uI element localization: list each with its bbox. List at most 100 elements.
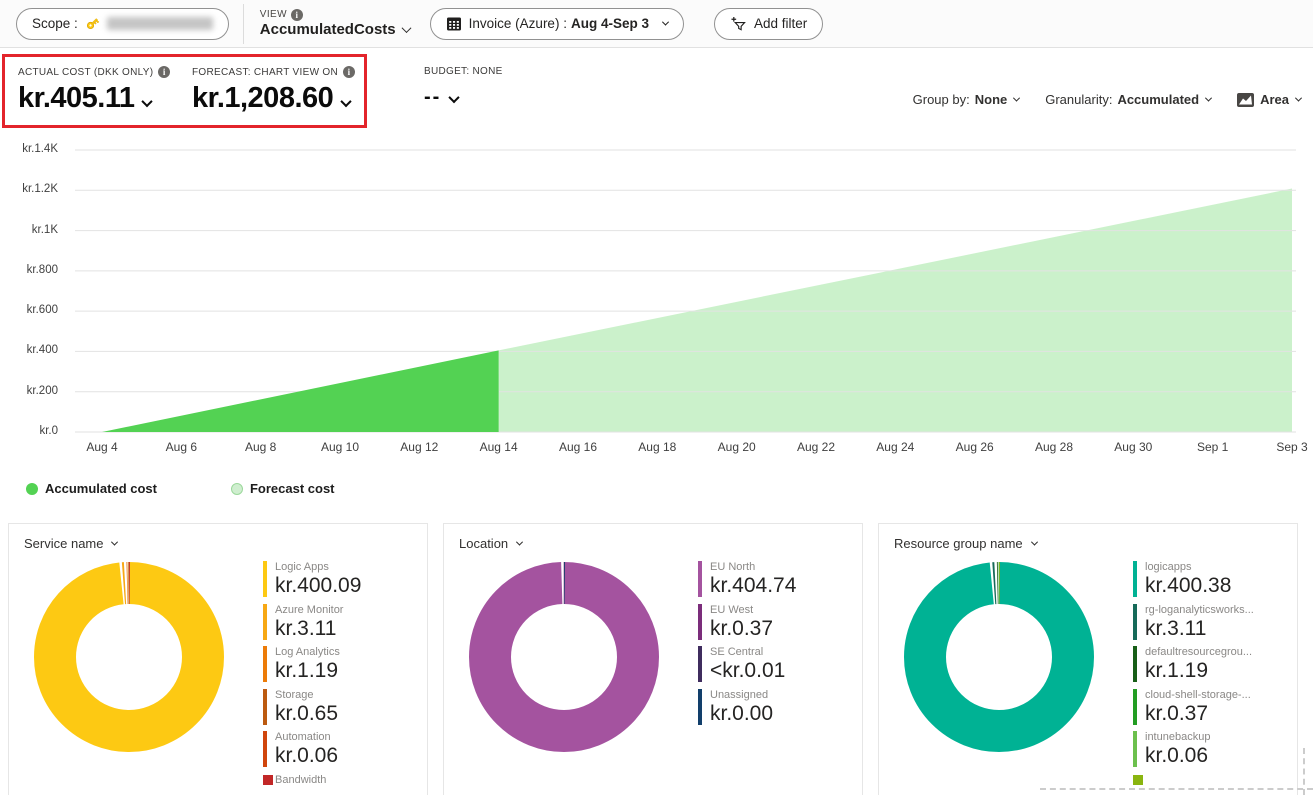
legend-label: defaultresourcegrou...	[1145, 645, 1293, 659]
legend-label: Bandwidth	[275, 773, 423, 787]
legend-swatch	[263, 646, 267, 682]
donut-legend-row: Automationkr.0.06	[263, 730, 423, 769]
donut-legend-row: Azure Monitorkr.3.11	[263, 603, 423, 642]
scope-value-redacted	[107, 17, 213, 30]
donut-legend-row: Unassignedkr.0.00	[698, 688, 858, 727]
legend-value: kr.1.19	[275, 659, 423, 683]
chevron-down-icon	[1031, 539, 1038, 546]
dimension-dropdown[interactable]: Service name	[24, 536, 117, 551]
x-axis-tick: Aug 10	[300, 440, 380, 454]
legend-label: intunebackup	[1145, 730, 1293, 744]
chevron-down-icon	[1295, 95, 1302, 102]
x-axis-tick: Aug 24	[855, 440, 935, 454]
granularity-dropdown[interactable]: Granularity: Accumulated	[1045, 92, 1211, 107]
legend-label: EU North	[710, 560, 858, 574]
accumulated-cost-area	[102, 350, 499, 432]
legend-label: SE Central	[710, 645, 858, 659]
x-axis-tick: Aug 26	[935, 440, 1015, 454]
donut-legend-row: Logic Appskr.400.09	[263, 560, 423, 599]
legend-swatch	[698, 604, 702, 640]
chevron-down-icon	[111, 539, 118, 546]
actual-cost-label: ACTUAL COST (DKK ONLY)	[18, 67, 153, 78]
legend-value: kr.1.19	[1145, 659, 1293, 683]
chart-type-value: Area	[1260, 92, 1289, 107]
legend-item-forecast[interactable]: Forecast cost	[231, 481, 335, 496]
group-by-dropdown[interactable]: Group by: None	[913, 92, 1020, 107]
donut-legend: logicappskr.400.38rg-loganalyticsworks..…	[1133, 560, 1293, 795]
legend-swatch	[1133, 775, 1143, 785]
chevron-down-icon	[662, 19, 669, 26]
legend-label: Accumulated cost	[45, 481, 157, 496]
view-label: VIEW	[260, 9, 287, 21]
legend-value: kr.0.37	[1145, 702, 1293, 726]
dimension-dropdown[interactable]: Location	[459, 536, 522, 551]
donut-legend-row: Storagekr.0.65	[263, 688, 423, 727]
date-range-picker[interactable]: Invoice (Azure) : Aug 4-Sep 3	[430, 8, 684, 40]
legend-swatch	[698, 689, 702, 725]
legend-value: kr.0.00	[710, 702, 858, 726]
x-axis-tick: Aug 4	[62, 440, 142, 454]
command-bar: Scope : VIEW i AccumulatedCosts	[0, 0, 1313, 48]
budget-dropdown[interactable]: --	[424, 86, 503, 109]
x-axis-tick: Aug 20	[697, 440, 777, 454]
x-axis-tick: Aug 30	[1093, 440, 1173, 454]
x-axis-tick: Aug 18	[617, 440, 697, 454]
granularity-value: Accumulated	[1117, 92, 1199, 107]
donut-legend-row: cloud-shell-storage-...kr.0.37	[1133, 688, 1293, 727]
actual-cost-info-icon[interactable]: i	[158, 66, 170, 78]
legend-value: kr.0.65	[275, 702, 423, 726]
location-donut-chart	[464, 557, 664, 757]
accumulated-legend-dot	[26, 483, 38, 495]
group-by-label: Group by:	[913, 92, 970, 107]
crop-artifact-line	[1303, 748, 1305, 795]
service-name-card: Service name Logic Appskr.400.09 Azure Mon…	[8, 523, 428, 795]
legend-swatch	[263, 689, 267, 725]
view-selector[interactable]: VIEW i AccumulatedCosts	[260, 9, 410, 38]
granularity-label: Granularity:	[1045, 92, 1112, 107]
legend-label: Azure Monitor	[275, 603, 423, 617]
donut-legend: EU Northkr.404.74EU Westkr.0.37SE Centra…	[698, 560, 858, 726]
scope-label: Scope :	[32, 16, 78, 31]
date-range-label: Invoice (Azure) :	[469, 16, 567, 31]
actual-cost-dropdown[interactable]: kr.405.11	[18, 82, 170, 115]
legend-swatch	[263, 731, 267, 767]
legend-label: Unassigned	[710, 688, 858, 702]
x-axis-tick: Sep 1	[1173, 440, 1253, 454]
chevron-down-icon	[1205, 95, 1212, 102]
key-icon	[82, 13, 103, 34]
legend-label: logicapps	[1145, 560, 1293, 574]
legend-label: EU West	[710, 603, 858, 617]
cost-analysis-page: Scope : VIEW i AccumulatedCosts	[0, 0, 1313, 795]
legend-swatch	[1133, 646, 1137, 682]
donut-slice	[925, 583, 1073, 731]
donut-legend-row: EU Westkr.0.37	[698, 603, 858, 642]
donut-legend-row: Bandwidth	[263, 773, 423, 795]
dimension-dropdown[interactable]: Resource group name	[894, 536, 1037, 551]
forecast-cost-value: kr.1,208.60	[192, 82, 333, 115]
service-name-donut-chart	[29, 557, 229, 757]
donut-legend-row: rg-loganalyticsworks...kr.3.11	[1133, 603, 1293, 642]
view-info-icon[interactable]: i	[291, 9, 303, 21]
legend-label: cloud-shell-storage-...	[1145, 688, 1293, 702]
legend-value: kr.3.11	[275, 617, 423, 641]
accumulated-cost-area-chart	[0, 140, 1313, 450]
chart-legend: Accumulated cost Forecast cost	[26, 481, 409, 496]
donut-slice	[490, 583, 638, 731]
actual-cost-value: kr.405.11	[18, 82, 134, 115]
legend-value: kr.0.06	[1145, 744, 1293, 768]
x-axis-tick: Aug 28	[1014, 440, 1094, 454]
legend-item-accumulated[interactable]: Accumulated cost	[26, 481, 157, 496]
date-range-value: Aug 4-Sep 3	[571, 16, 649, 31]
resource-group-name-donut-chart	[899, 557, 1099, 757]
chart-type-dropdown[interactable]: Area	[1237, 92, 1301, 107]
legend-swatch	[698, 561, 702, 597]
add-filter-icon	[730, 16, 747, 31]
donut-legend-row	[1133, 773, 1293, 795]
legend-label: Forecast cost	[250, 481, 335, 496]
add-filter-button[interactable]: Add filter	[714, 8, 823, 40]
forecast-cost-info-icon[interactable]: i	[343, 66, 355, 78]
x-axis-tick: Aug 22	[776, 440, 856, 454]
scope-picker[interactable]: Scope :	[16, 8, 229, 40]
chevron-down-icon	[516, 539, 523, 546]
forecast-cost-dropdown[interactable]: kr.1,208.60	[192, 82, 355, 115]
